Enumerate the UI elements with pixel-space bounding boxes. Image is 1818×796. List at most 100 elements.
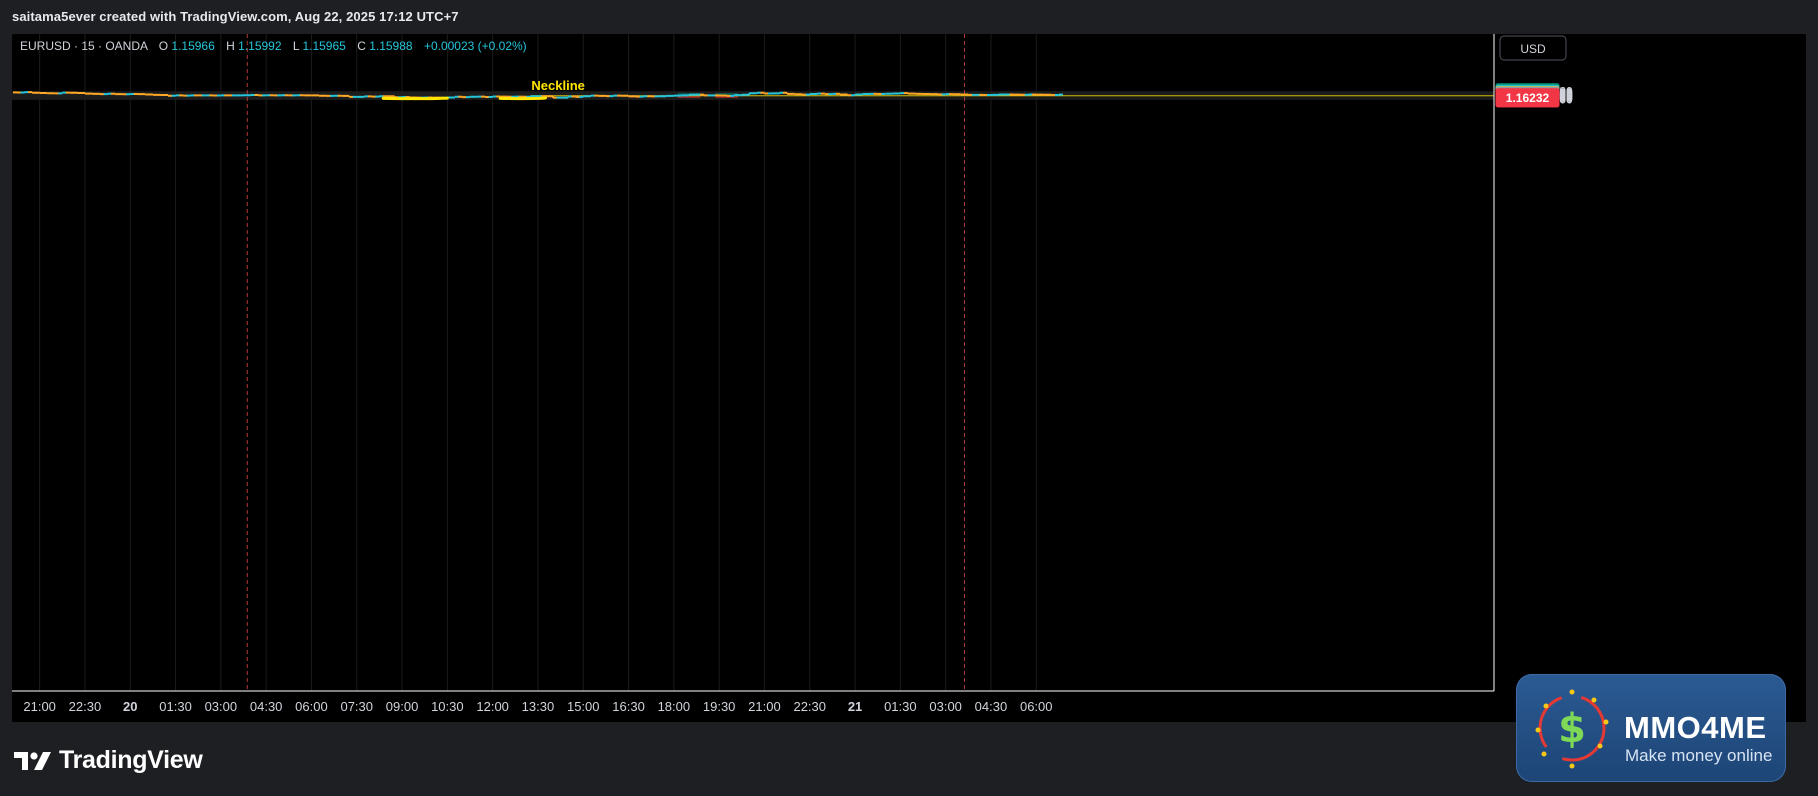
time-tick-label: 06:00 [295,699,328,714]
time-scale-ticks: 21:00 22:30 20 01:30 03:00 04:30 06:00 07:30 09:… [23,699,1052,714]
ohlc-bar [858,93,867,96]
ohlc-bar [164,93,172,97]
ohlc-bar [28,91,37,94]
ohlc-bar [768,92,776,95]
ohlc-bar [315,94,323,97]
ohlc-bar [647,95,656,98]
price-scale-background[interactable] [1494,34,1806,722]
ohlc-bar [73,91,82,95]
ohlc-bar [594,94,603,97]
ohlc-bar [111,92,120,96]
time-tick-label: 21:00 [23,699,56,714]
ohlc-bar [964,93,973,96]
ohlc-bar [96,92,105,96]
time-tick-label: 21 [848,699,862,714]
time-tick-label: 16:30 [612,699,645,714]
time-tick-label: 06:00 [1020,699,1053,714]
time-tick-label: 04:30 [250,699,283,714]
price-scale-markers: 1.166781.166781.165291.164551.164261.163… [1495,83,1560,108]
ohlc-bar [526,95,535,98]
ohlc-bar [956,93,965,96]
first-bottom-curve [381,96,449,101]
time-tick-label: 13:30 [522,699,555,714]
time-tick-label: 21:00 [748,699,781,714]
ohlc-bar [835,92,844,96]
time-tick-label: 04:30 [975,699,1008,714]
session-breaks [246,34,966,691]
ohlc-bar [586,94,595,98]
ohlc-bar [639,95,648,98]
ohlc-bar [50,92,59,95]
legend-symbol: EURUSD · 15 · OANDA [20,39,148,53]
ohlc-bar [352,95,361,98]
time-tick-label: 18:00 [658,699,691,714]
time-tick-label: 09:00 [386,699,419,714]
ohlc-bar [896,92,905,95]
legend-high-value: 1.15992 [238,39,282,53]
ohlc-bar [609,94,618,98]
ohlc-bar [43,92,52,95]
ohlc-bar [692,93,701,96]
ohlc-bar [843,93,852,97]
ohlc-bar [805,93,814,96]
ohlc-bar [556,96,565,99]
mmo4me-logo-icon: $ [1535,689,1609,769]
ohlc-bar [367,95,376,98]
ohlc-bar [133,93,142,96]
ohlc-bar [813,92,822,96]
tradingview-logo-icon [14,751,51,770]
ohlc-bar [571,95,580,98]
mmo4me-watermark: $ MMO4ME Make money online [1516,674,1786,782]
ohlc-bar [903,92,912,95]
chart-grid [12,34,1494,691]
ohlc-bar [888,92,897,95]
ohlc-bar [458,95,467,99]
mmo4me-logo-glyph: $ [1558,706,1586,752]
tradingview-wordmark: TradingView [59,746,203,774]
time-tick-label: 22:30 [69,699,102,714]
legend-open-value: 1.15966 [171,39,215,53]
ohlc-bar [88,92,97,95]
svg-text:EURUSD · 15 · OANDA: EURUSD · 15 · OANDA O 1.15966 H 1.15992 … [20,39,527,53]
tradingview-brand[interactable]: TradingView [14,746,203,775]
ohlc-bar [994,93,1003,96]
ohlc-bar [654,95,663,98]
price-marker: 1.16232 [1495,88,1560,108]
price-chart[interactable]: Neckline 1.168001.167501.167001.166501.1… [12,34,1806,722]
snapshot-credit: saitama5ever created with TradingView.co… [12,9,459,24]
time-tick-label: 03:00 [929,699,962,714]
second-bottom-curve [498,96,547,101]
ohlc-bar [632,95,641,98]
ohlc-bar [382,95,391,98]
currency-button[interactable]: USD [1499,35,1567,61]
time-tick-label: 07:30 [340,699,373,714]
mmo4me-subtitle: Make money online [1625,746,1773,765]
ohlc-bar [375,95,384,98]
ohlc-bar [171,94,180,97]
ohlc-bar [760,91,769,95]
ohlc-bar [20,91,29,94]
legend-open-label: O [159,39,168,53]
time-tick-label: 10:30 [431,699,464,714]
ohlc-bar [148,93,157,96]
ohlc-bar [58,91,67,95]
ohlc-bar [684,93,693,97]
ohlc-bar [254,93,263,97]
ohlc-bar [624,94,633,98]
ohlc-bar [820,92,829,96]
tradingview-snapshot: saitama5ever created with TradingView.co… [0,0,1818,796]
ohlc-bar [450,95,459,99]
ohlc-bar [851,93,860,97]
ohlc-bar [179,94,188,97]
ohlc-bar [1054,93,1063,96]
ohlc-bar [488,95,497,98]
time-tick-label: 01:30 [159,699,192,714]
legend-change: +0.00023 (+0.02%) [424,39,527,53]
ohlc-bar [103,92,112,96]
ohlc-bar [752,91,761,95]
currency-button-label: USD [1520,42,1546,56]
ohlc-bar [911,92,920,95]
legend-high-label: H [226,39,235,53]
neckline-label: Neckline [531,78,584,93]
time-tick-label: 03:00 [205,699,238,714]
